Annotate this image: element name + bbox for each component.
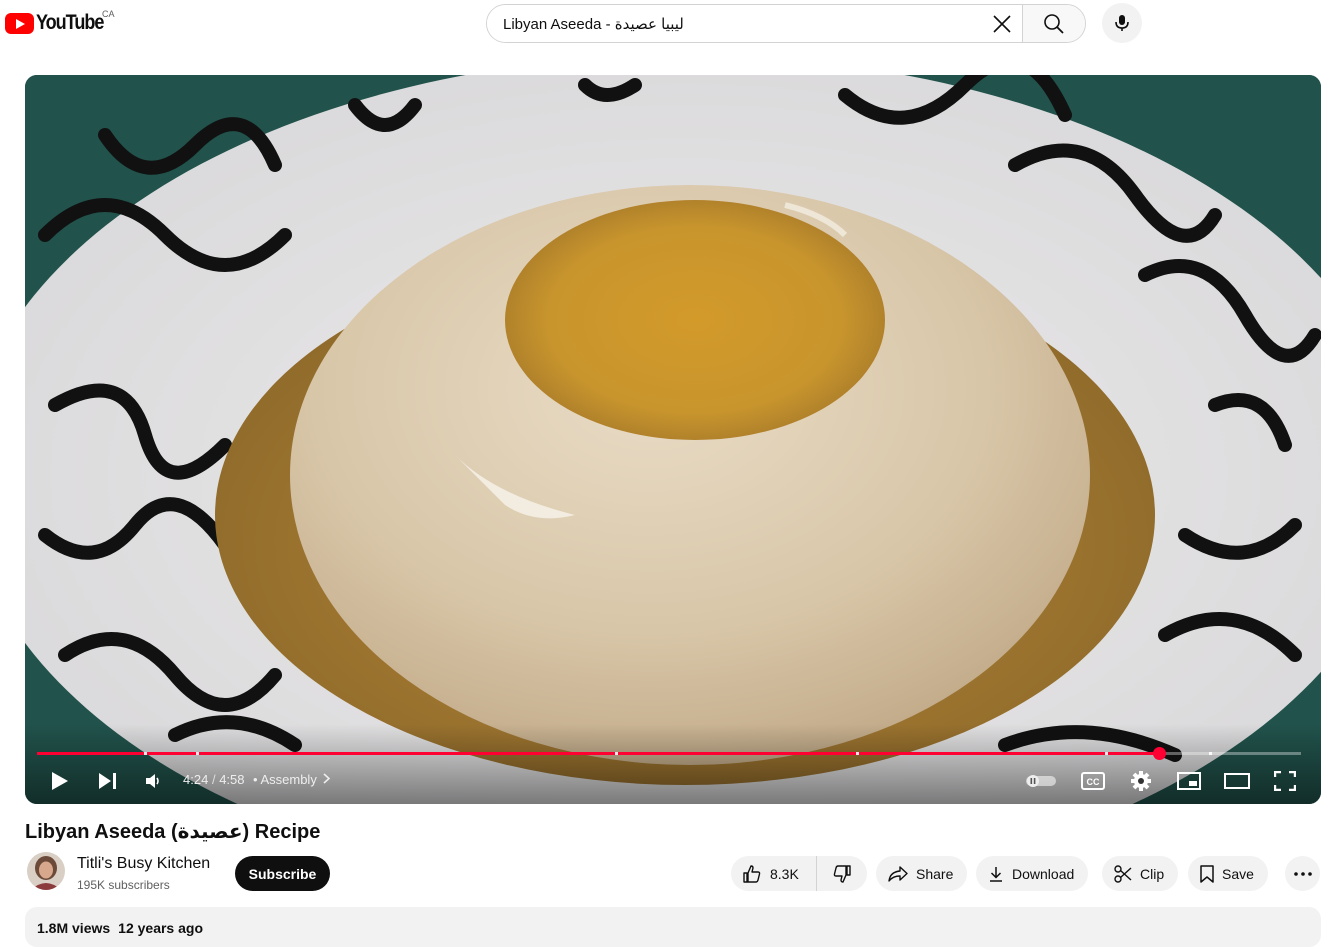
youtube-logo[interactable]: YouTube [5,11,114,35]
dislike-icon [833,864,851,883]
channel-avatar[interactable] [27,852,65,890]
save-icon [1200,864,1214,883]
voice-search-button[interactable] [1102,3,1142,43]
next-button[interactable] [95,769,121,793]
clear-search-button[interactable] [982,5,1022,42]
save-button[interactable]: Save [1188,856,1268,891]
subscribe-button[interactable]: Subscribe [235,856,330,891]
country-code: CA [102,9,115,19]
fullscreen-icon [1274,771,1296,791]
share-label: Share [916,865,954,882]
subscriber-count: 195K subscribers [77,878,170,892]
duration: 4:58 [219,772,245,787]
volume-icon [146,774,159,788]
description-box[interactable]: 1.8M views 12 years ago [25,907,1321,947]
miniplayer-icon [1177,772,1201,790]
captions-icon: CC [1081,772,1105,790]
save-label: Save [1222,865,1254,882]
more-icon [1293,871,1312,876]
chapter-button[interactable]: • Assembly [253,772,331,787]
like-icon [743,864,761,883]
settings-button[interactable] [1127,769,1155,793]
clip-label: Clip [1140,865,1165,882]
fullscreen-button[interactable] [1271,769,1299,793]
progress-played [37,752,1160,755]
time-display: 4:24 / 4:58 [183,772,245,787]
masthead: YouTube CA [0,0,1343,46]
captions-button[interactable]: CC [1079,769,1107,793]
progress-bar[interactable] [37,747,1301,760]
chapter-marker [614,752,618,755]
description-meta: 1.8M views 12 years ago [37,920,203,936]
autoplay-toggle-icon [1026,775,1056,787]
avatar-image [27,852,65,890]
chapter-marker [196,752,200,755]
share-icon [888,865,908,882]
search-icon [1044,13,1064,34]
view-count: 1.8M views [37,920,111,936]
svg-text:CC: CC [1087,777,1100,787]
search-input[interactable] [487,5,982,42]
video-frame [25,75,1321,804]
like-count: 8.3K [770,865,799,882]
chapter-marker [856,752,860,755]
mute-button[interactable] [140,769,166,793]
clip-button[interactable]: Clip [1102,856,1179,891]
share-button[interactable]: Share [876,856,968,891]
youtube-logo-icon [5,12,34,34]
theater-mode-button[interactable] [1223,769,1251,793]
video-player[interactable]: 4:24 / 4:58 • Assembly CC [25,75,1321,804]
next-icon [99,773,116,789]
clip-icon [1114,864,1132,883]
like-dislike-group: 8.3K [731,856,867,891]
chapter-marker [1105,752,1109,755]
autoplay-toggle[interactable] [1023,769,1059,793]
play-button[interactable] [47,769,73,793]
chapter-title: Assembly [260,772,317,787]
logo-text: YouTube [36,11,104,34]
play-icon [52,772,68,790]
current-time: 4:24 [183,772,209,787]
search-box [486,4,1086,43]
chapter-bullet: • [253,772,258,787]
download-label: Download [1012,865,1075,882]
time-separator: / [211,772,216,787]
clear-icon [993,14,1011,33]
more-actions-button[interactable] [1285,856,1320,891]
publish-date: 12 years ago [118,920,203,936]
chapter-marker [1208,752,1212,755]
chevron-right-icon [323,773,331,784]
settings-icon [1131,771,1151,791]
download-icon [990,866,1002,882]
chapter-marker [144,752,148,755]
like-button[interactable]: 8.3K [731,856,817,891]
dislike-button[interactable] [817,856,867,891]
channel-name[interactable]: Titli's Busy Kitchen [77,855,210,873]
search-button[interactable] [1022,5,1085,42]
miniplayer-button[interactable] [1175,769,1203,793]
theater-mode-icon [1224,773,1250,789]
microphone-icon [1115,15,1129,31]
download-button[interactable]: Download [976,856,1089,891]
video-title: Libyan Aseeda (عصيدة) Recipe [25,821,321,843]
